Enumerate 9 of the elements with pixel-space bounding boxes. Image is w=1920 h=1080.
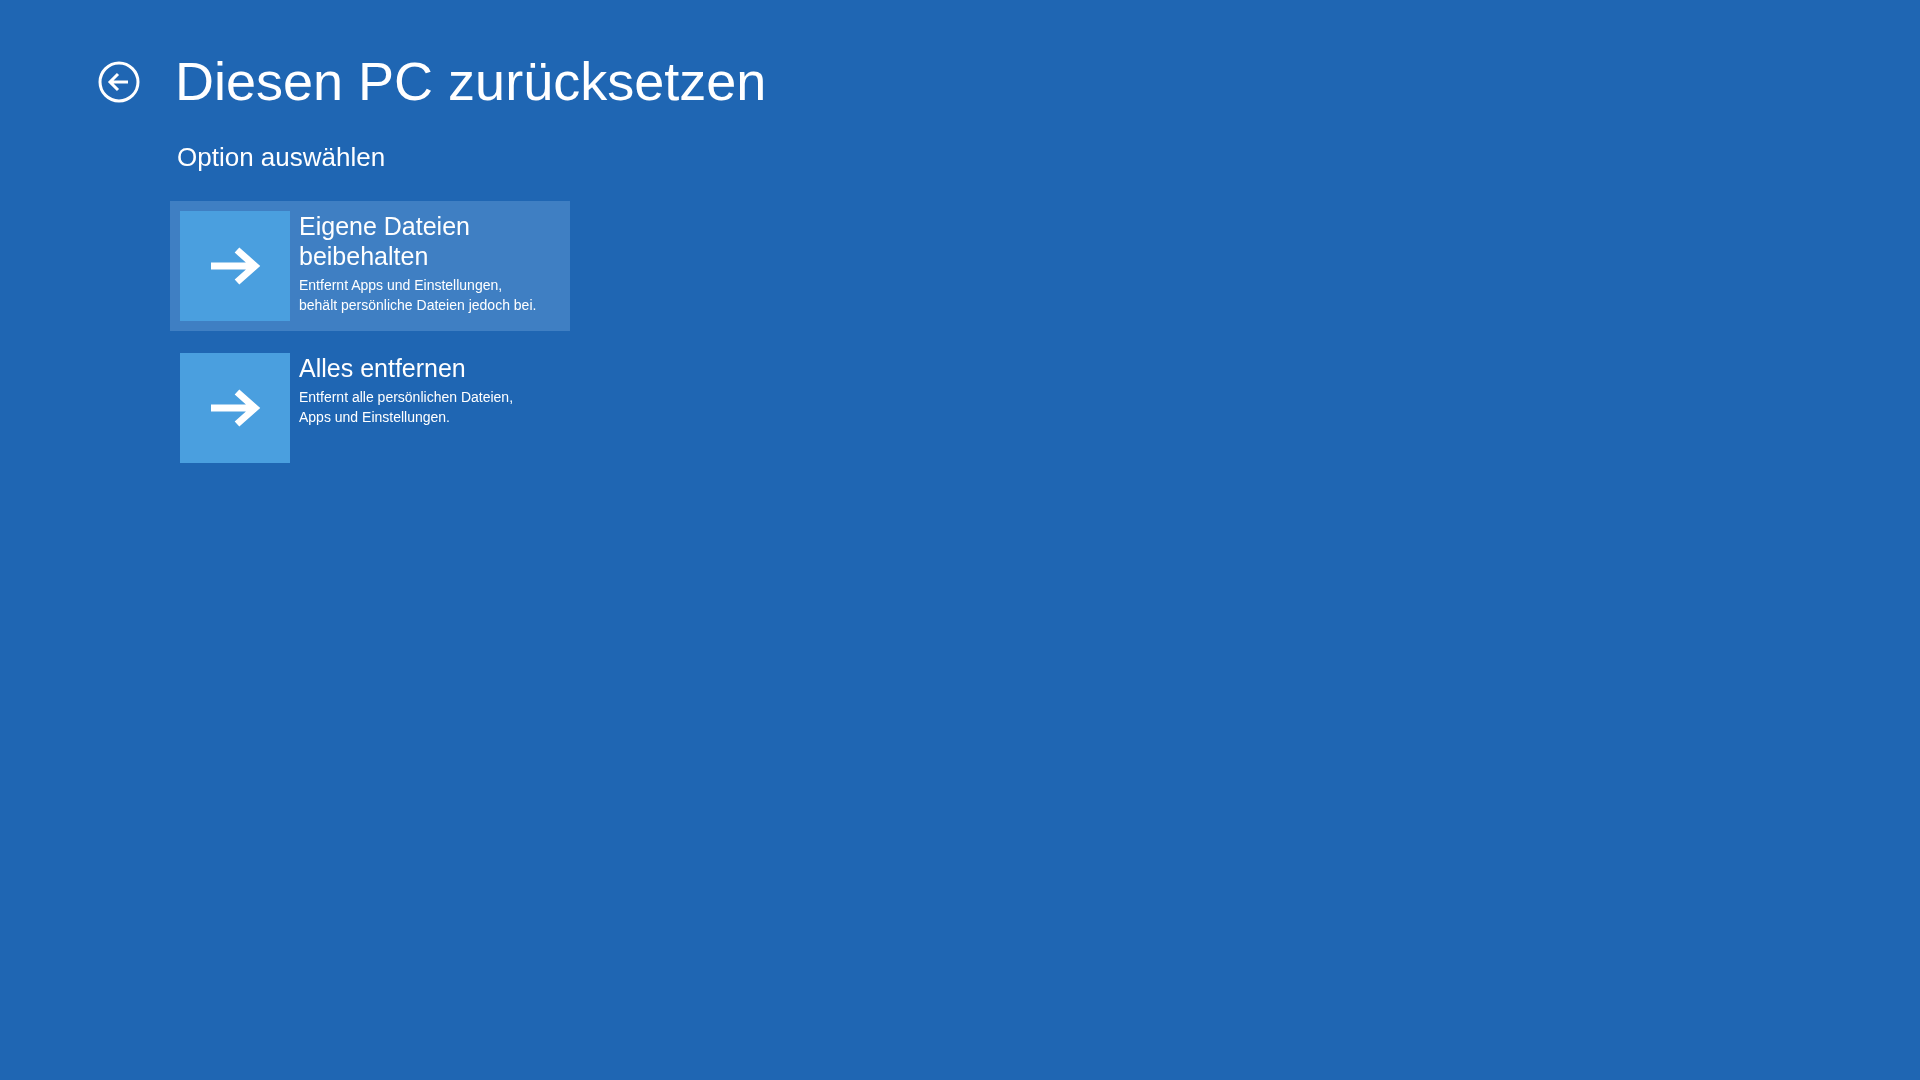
option-title: Alles entfernen (299, 352, 467, 383)
subtitle: Option auswählen (177, 140, 387, 174)
option-description: Entfernt alle persönlichen Dateien, Apps und Einstellungen. (299, 387, 515, 427)
option-item[interactable]: Alles entfernen Entfernt alle persönlichen Dateien, Apps und Einstellungen. (170, 342, 570, 473)
option-description: Entfernt Apps und Einstellungen, behält persönliche Dateien jedoch bei. (299, 275, 538, 315)
page-title: Diesen PC zurücksetzen (175, 50, 767, 113)
option-title: Eigene Dateien beibehalten (299, 210, 471, 271)
option-item[interactable]: Eigene Dateien beibehalten Entfernt Apps und Einstellungen, behält persönliche Dateien jedoch bei. (170, 200, 570, 331)
back-button[interactable] (98, 60, 140, 103)
